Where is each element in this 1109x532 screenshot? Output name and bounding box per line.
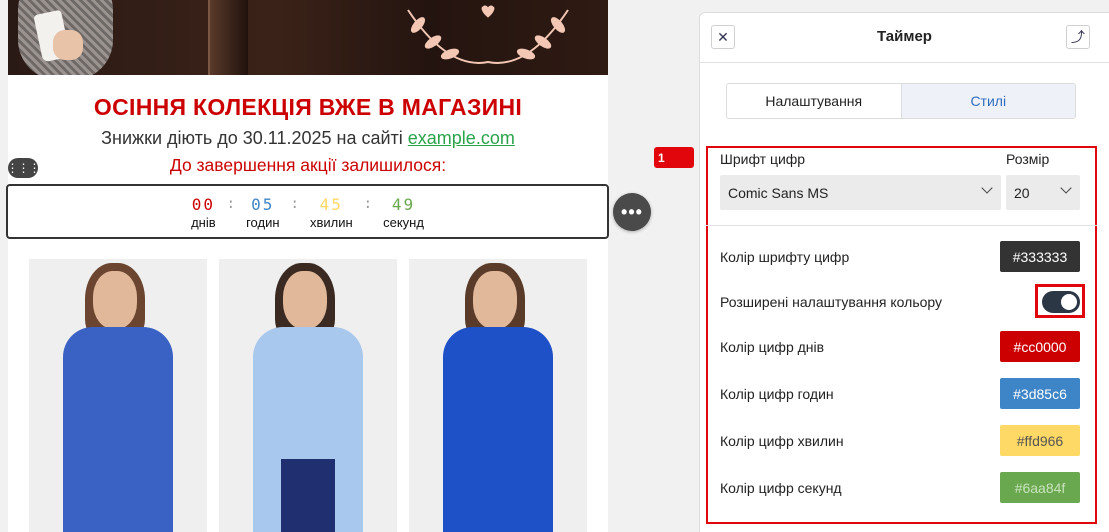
product-head <box>283 271 327 329</box>
product-card-2[interactable] <box>219 259 397 532</box>
days-color-swatch[interactable]: #cc0000 <box>1000 331 1080 362</box>
chevron-down-icon <box>1060 182 1072 194</box>
timer-days: 00 днів <box>191 196 216 230</box>
product-pants <box>281 459 335 532</box>
hours-color-swatch[interactable]: #3d85c6 <box>1000 378 1080 409</box>
font-label: Шрифт цифр <box>720 151 806 167</box>
toggle-knob <box>1061 294 1077 310</box>
font-select[interactable]: Comic Sans MS <box>720 175 1001 210</box>
advanced-color-label: Розширені налаштування кольору <box>720 294 943 310</box>
arrow-up-icon[interactable]: ⤴ <box>1066 25 1090 49</box>
more-options-icon[interactable]: ••• <box>613 193 651 231</box>
font-color-label: Колір шрифту цифр <box>720 249 850 265</box>
tab-settings[interactable]: Налаштування <box>727 84 901 118</box>
seconds-color-label: Колір цифр секунд <box>720 480 842 496</box>
tab-styles[interactable]: Стилі <box>900 84 1075 118</box>
seconds-color-swatch[interactable]: #6aa84f <box>1000 472 1080 503</box>
timer-hours-label: годин <box>246 215 280 230</box>
advanced-color-toggle-frame <box>1035 284 1085 318</box>
timer-block[interactable]: 00 днів : 05 годин : 45 хвилин : 49 секу… <box>6 184 609 239</box>
product-head <box>93 271 137 329</box>
size-label: Розмір <box>1006 151 1050 167</box>
panel-tabs: Налаштування Стилі <box>726 83 1076 119</box>
advanced-color-toggle[interactable] <box>1042 291 1080 313</box>
product-trousers <box>471 459 525 532</box>
timer-separator: : <box>226 196 236 212</box>
chevron-down-icon <box>981 182 993 194</box>
size-select-value: 20 <box>1014 184 1030 201</box>
product-card-1[interactable] <box>29 259 207 532</box>
timer-separator: : <box>363 196 373 212</box>
promo-subtitle-text: Знижки діють до 30.11.2025 на сайті <box>101 128 408 148</box>
hand-shape <box>53 30 83 60</box>
hours-color-label: Колір цифр годин <box>720 386 834 402</box>
panel-title: Таймер <box>877 28 932 45</box>
promo-until-text: До завершення акції залишилося: <box>169 155 447 175</box>
panel-header: ✕ Таймер ⤴ <box>700 13 1109 63</box>
promo-link[interactable]: example.com <box>408 128 515 148</box>
minutes-color-swatch[interactable]: #ffd966 <box>1000 425 1080 456</box>
section-divider <box>706 225 1097 226</box>
font-select-value: Comic Sans MS <box>728 184 829 201</box>
minutes-color-label: Колір цифр хвилин <box>720 433 844 449</box>
timer-row: 00 днів : 05 годин : 45 хвилин : 49 секу… <box>8 186 607 237</box>
size-select[interactable]: 20 <box>1006 175 1080 210</box>
timer-seconds-label: секунд <box>383 215 424 230</box>
timer-seconds: 49 секунд <box>383 196 424 230</box>
drag-handle-icon[interactable]: ⋮⋮⋮ <box>7 158 41 178</box>
timer-days-label: днів <box>191 215 216 230</box>
door-shape <box>208 0 248 75</box>
timer-minutes: 45 хвилин <box>310 196 353 230</box>
promo-title: ОСІННЯ КОЛЕКЦІЯ ВЖЕ В МАГАЗИНІ <box>93 94 523 120</box>
email-canvas: ОСІННЯ КОЛЕКЦІЯ ВЖЕ В МАГАЗИНІ Знижки ді… <box>8 0 608 532</box>
timer-seconds-value: 49 <box>391 195 416 214</box>
wreath-icon <box>407 5 569 64</box>
product-head <box>473 271 517 329</box>
step-badge: 1 <box>654 147 694 168</box>
product-coat <box>63 327 173 532</box>
timer-minutes-label: хвилин <box>309 215 353 230</box>
timer-hours: 05 годин <box>246 196 279 230</box>
days-color-label: Колір цифр днів <box>720 339 825 355</box>
timer-hours-value: 05 <box>251 195 275 214</box>
hero-image[interactable] <box>8 0 608 75</box>
font-color-swatch[interactable]: #333333 <box>1000 241 1080 272</box>
product-card-3[interactable] <box>409 259 587 532</box>
timer-separator: : <box>290 196 299 212</box>
timer-days-value: 00 <box>191 195 215 214</box>
timer-minutes-value: 45 <box>319 195 343 214</box>
promo-subtitle: Знижки діють до 30.11.2025 на сайті exam… <box>8 128 608 149</box>
